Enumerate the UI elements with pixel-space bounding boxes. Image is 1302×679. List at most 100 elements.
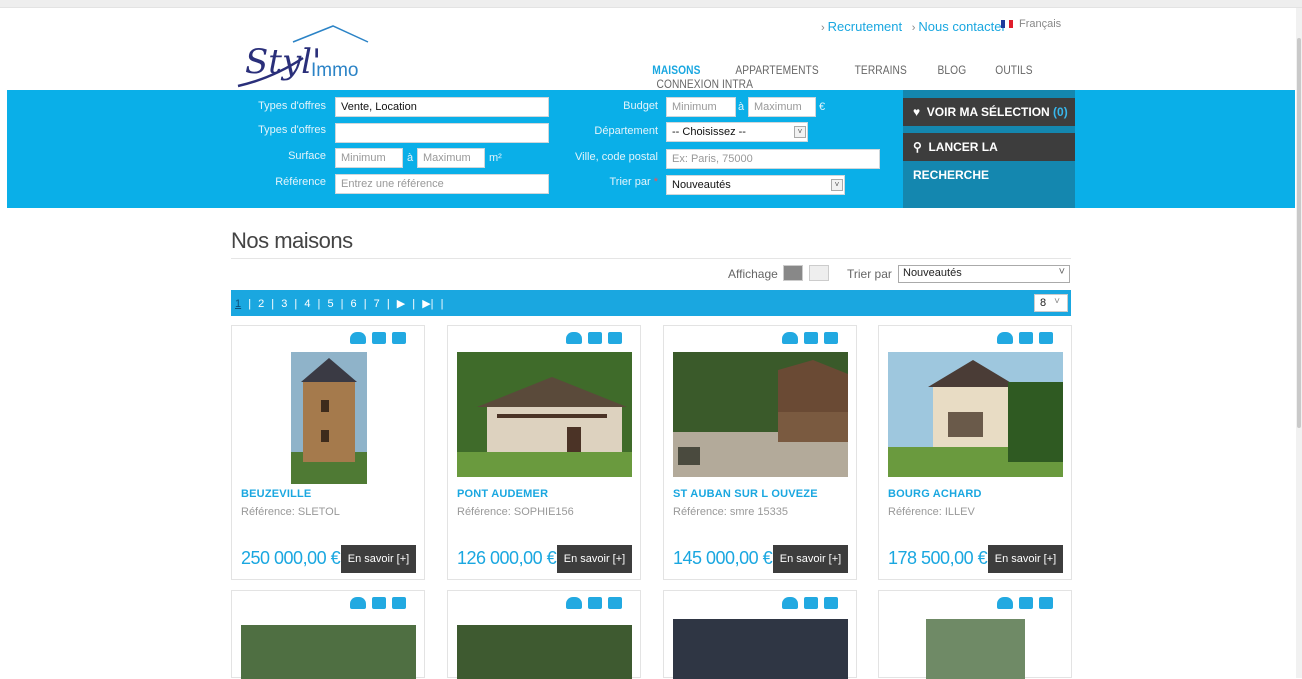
page-scrollbar[interactable]	[1296, 8, 1302, 678]
listing-card[interactable]: ST AUBAN SUR L OUVEZE Référence: smre 15…	[663, 325, 857, 580]
property-photo[interactable]	[888, 352, 1063, 477]
budget-max-input[interactable]: Maximum	[748, 97, 816, 117]
mail-icon[interactable]	[804, 597, 818, 609]
favorite-icon[interactable]	[997, 597, 1013, 609]
page-4[interactable]: 4	[304, 298, 310, 310]
surface-min-input[interactable]: Minimum	[335, 148, 403, 168]
favorite-icon[interactable]	[350, 597, 366, 609]
listing-card[interactable]: BOURG ACHARD Référence: ILLEV 178 500,00…	[878, 325, 1072, 580]
card-city[interactable]: ST AUBAN SUR L OUVEZE	[673, 488, 818, 500]
types-offres2-label: Types d'offres	[258, 124, 326, 136]
card-city[interactable]: BOURG ACHARD	[888, 488, 982, 500]
nav-maisons[interactable]: MAISONS	[652, 63, 700, 77]
page-7[interactable]: 7	[374, 298, 380, 310]
card-city[interactable]: BEUZEVILLE	[241, 488, 311, 500]
search-icon: ⚲	[913, 140, 922, 154]
listing-card[interactable]	[663, 590, 857, 679]
mail-icon[interactable]	[1019, 332, 1033, 344]
property-photo[interactable]	[673, 619, 848, 679]
mail-icon[interactable]	[588, 332, 602, 344]
print-icon[interactable]	[392, 597, 406, 609]
print-icon[interactable]	[824, 597, 838, 609]
top-links: › Recrutement › Nous contacter	[821, 19, 1012, 34]
page-1[interactable]: 1	[235, 298, 241, 310]
favorite-icon[interactable]	[782, 332, 798, 344]
card-price: 178 500,00 €	[888, 548, 988, 568]
favorite-icon[interactable]	[566, 597, 582, 609]
nav-connexion-intra[interactable]: CONNEXION INTRA	[657, 77, 753, 91]
print-icon[interactable]	[824, 332, 838, 344]
per-page-select[interactable]: 8 ˅	[1034, 294, 1068, 312]
mail-icon[interactable]	[1019, 597, 1033, 609]
page-6[interactable]: 6	[351, 298, 357, 310]
print-icon[interactable]	[608, 332, 622, 344]
ville-input[interactable]: Ex: Paris, 75000	[666, 149, 880, 169]
sort-value: Nouveautés	[903, 267, 962, 279]
card-city[interactable]: PONT AUDEMER	[457, 488, 548, 500]
pager-sep: |	[386, 298, 390, 310]
surface-max-input[interactable]: Maximum	[417, 148, 485, 168]
pager-sep: |	[248, 298, 252, 310]
lancer-recherche-button[interactable]: ⚲ LANCER LA RECHERCHE	[903, 133, 1075, 182]
page-3[interactable]: 3	[281, 298, 287, 310]
divider	[231, 258, 1071, 259]
page-5[interactable]: 5	[327, 298, 333, 310]
print-icon[interactable]	[608, 597, 622, 609]
reference-input[interactable]: Entrez une référence	[335, 174, 549, 194]
grid-view-icon[interactable]	[783, 265, 803, 281]
listing-card[interactable]: PONT AUDEMER Référence: SOPHIE156 126 00…	[447, 325, 641, 580]
listing-card[interactable]	[878, 590, 1072, 679]
voir-ma-selection-button[interactable]: ♥ VOIR MA SÉLECTION (0)	[903, 98, 1075, 126]
mail-icon[interactable]	[588, 597, 602, 609]
listing-card[interactable]	[447, 590, 641, 679]
chevron-down-icon: ˅	[1054, 296, 1060, 307]
property-photo[interactable]	[457, 625, 632, 679]
sort-select[interactable]: Nouveautés ˅	[898, 265, 1070, 283]
property-photo[interactable]	[926, 619, 1025, 679]
trier-label-text: Trier par	[609, 176, 651, 188]
print-icon[interactable]	[1039, 332, 1053, 344]
en-savoir-plus-button[interactable]: En savoir [+]	[988, 545, 1063, 573]
property-photo[interactable]	[291, 352, 367, 484]
nav-terrains[interactable]: TERRAINS	[854, 63, 906, 77]
property-photo[interactable]	[241, 625, 416, 679]
language-selector[interactable]: Français	[1001, 18, 1061, 30]
en-savoir-plus-button[interactable]: En savoir [+]	[341, 545, 416, 573]
nav-outils[interactable]: OUTILS	[995, 63, 1032, 77]
trier-select[interactable]: Nouveautés	[666, 175, 845, 195]
site-logo[interactable]: Styl' Immo	[233, 18, 373, 90]
listing-card[interactable]: BEUZEVILLE Référence: SLETOL 250 000,00 …	[231, 325, 425, 580]
mail-icon[interactable]	[372, 332, 386, 344]
card-actions	[991, 331, 1061, 345]
favorite-icon[interactable]	[997, 332, 1013, 344]
nav-appartements[interactable]: APPARTEMENTS	[736, 63, 819, 77]
link-nous-contacter[interactable]: Nous contacter	[918, 19, 1005, 34]
property-photo[interactable]	[457, 352, 632, 477]
en-savoir-plus-button[interactable]: En savoir [+]	[557, 545, 632, 573]
nav-blog[interactable]: BLOG	[937, 63, 966, 77]
en-savoir-plus-button[interactable]: En savoir [+]	[773, 545, 848, 573]
listing-card[interactable]	[231, 590, 425, 679]
per-page-value: 8	[1040, 297, 1047, 309]
scrollbar-thumb[interactable]	[1297, 38, 1301, 428]
favorite-icon[interactable]	[566, 332, 582, 344]
mail-icon[interactable]	[372, 597, 386, 609]
print-icon[interactable]	[392, 332, 406, 344]
action-panel: ♥ VOIR MA SÉLECTION (0) ⚲ LANCER LA RECH…	[903, 90, 1075, 208]
budget-min-input[interactable]: Minimum	[666, 97, 736, 117]
types-offres2-input[interactable]	[335, 123, 549, 143]
last-page-icon[interactable]: ▶|	[422, 298, 433, 310]
favorite-icon[interactable]	[782, 597, 798, 609]
list-view-icon[interactable]	[809, 265, 829, 281]
property-photo[interactable]	[673, 352, 848, 477]
card-price: 126 000,00 €	[457, 548, 557, 568]
departement-select[interactable]: -- Choisissez --	[666, 122, 808, 142]
page-2[interactable]: 2	[258, 298, 264, 310]
mail-icon[interactable]	[804, 332, 818, 344]
next-page-icon[interactable]: ▶	[397, 298, 405, 310]
types-offres-input[interactable]: Vente, Location	[335, 97, 549, 117]
favorite-icon[interactable]	[350, 332, 366, 344]
link-recrutement[interactable]: Recrutement	[828, 19, 902, 34]
trier-par-label: Trier par	[847, 267, 892, 281]
print-icon[interactable]	[1039, 597, 1053, 609]
